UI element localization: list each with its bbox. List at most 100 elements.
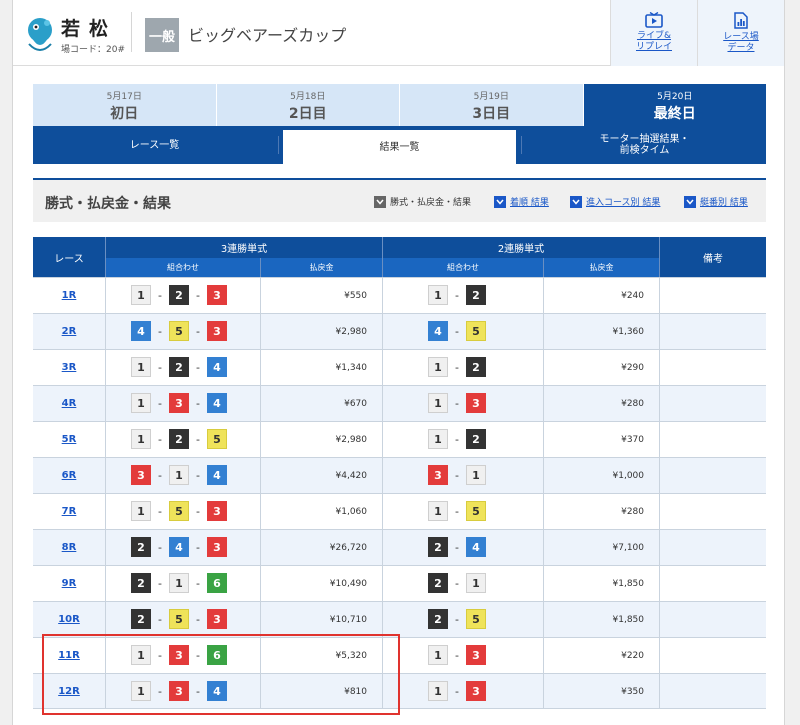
combo-dash: - [196, 360, 200, 374]
boat-number: 1 [466, 465, 486, 485]
boat-number: 1 [131, 429, 151, 449]
combo-dash: - [455, 360, 459, 374]
combo-dash: - [196, 396, 200, 410]
race-link[interactable]: 10R [33, 602, 105, 637]
header-divider [131, 12, 132, 52]
combo-dash: - [196, 504, 200, 518]
exacta-payout: ¥220 [621, 650, 644, 661]
table-row: 11R 1-3-6 1-3 ¥5,320 ¥220 [33, 637, 766, 673]
boat-number: 4 [466, 537, 486, 557]
combo-dash: - [158, 612, 162, 626]
check-icon [570, 195, 582, 208]
cell-divider [659, 458, 660, 493]
filter-label: 勝式・払戻金・結果 [390, 198, 472, 208]
header-divider [382, 237, 383, 277]
boat-number: 2 [169, 357, 189, 377]
table-header: レース 3連勝単式 2連勝単式 備考 組合わせ 払戻金 組合わせ 払戻金 [33, 237, 766, 277]
cell-divider [659, 422, 660, 457]
combo-dash: - [158, 576, 162, 590]
boat-number: 3 [169, 393, 189, 413]
boat-number: 1 [428, 393, 448, 413]
boat-number: 5 [466, 609, 486, 629]
combo-dash: - [455, 540, 459, 554]
boat-number: 3 [428, 465, 448, 485]
grade-badge: 一般 [145, 18, 179, 52]
combo-dash: - [455, 468, 459, 482]
combo-dash: - [455, 432, 459, 446]
combo-dash: - [455, 504, 459, 518]
stadium-data-button[interactable]: レース場 データ [697, 0, 784, 66]
header-divider [659, 237, 660, 277]
boat-number: 4 [207, 465, 227, 485]
day-tab-3[interactable]: 5月19日 3日目 [400, 84, 583, 126]
boat-number: 1 [131, 285, 151, 305]
exacta-payout: ¥370 [621, 434, 644, 445]
combination: 1-3-4 [131, 681, 227, 701]
combo-dash: - [158, 468, 162, 482]
filter-course[interactable]: 進入コース別 結果 [570, 195, 660, 208]
combo-dash: - [158, 324, 162, 338]
col-ex-combo: 組合わせ [383, 258, 543, 277]
combo-dash: - [455, 648, 459, 662]
header: 若松 場コード：20# 一般 ビッグベアーズカップ ライブ& リプレイ レース場デ… [13, 0, 784, 66]
race-link[interactable]: 8R [33, 530, 105, 565]
tv-play-icon [645, 12, 663, 28]
exacta-payout: ¥7,100 [612, 542, 645, 553]
boat-number: 1 [169, 465, 189, 485]
boat-number: 1 [428, 429, 448, 449]
cell-divider [105, 350, 106, 385]
race-link[interactable]: 12R [33, 674, 105, 709]
combo-dash: - [455, 684, 459, 698]
boat-number: 1 [169, 573, 189, 593]
combo-dash: - [196, 576, 200, 590]
race-link[interactable]: 4R [33, 386, 105, 421]
cell-divider [105, 566, 106, 601]
combination: 1-3 [428, 681, 486, 701]
race-link[interactable]: 9R [33, 566, 105, 601]
race-link[interactable]: 2R [33, 314, 105, 349]
race-link[interactable]: 5R [33, 422, 105, 457]
live-label-2: リプレイ [635, 42, 672, 52]
boat-number: 1 [131, 357, 151, 377]
day-tabs: 5月17日 初日 5月18日 2日目 5月19日 3日目 5月20日 最終日 [33, 84, 766, 126]
combo-dash: - [158, 288, 162, 302]
cell-divider [659, 566, 660, 601]
race-link[interactable]: 3R [33, 350, 105, 385]
filter-boat[interactable]: 艇番別 結果 [684, 195, 748, 208]
table-row: 2R 4-5-3 4-5 ¥2,980 ¥1,360 [33, 313, 766, 349]
filter-order[interactable]: 着順 結果 [494, 195, 549, 208]
table-row: 9R 2-1-6 2-1 ¥10,490 ¥1,850 [33, 565, 766, 601]
boat-number: 2 [466, 429, 486, 449]
race-link[interactable]: 7R [33, 494, 105, 529]
boat-number: 3 [207, 321, 227, 341]
table-row: 6R 3-1-4 3-1 ¥4,420 ¥1,000 [33, 457, 766, 493]
boat-number: 4 [207, 681, 227, 701]
trifecta-payout: ¥10,710 [329, 614, 367, 625]
stadium-name: 若松 [61, 18, 118, 40]
day-tab-4[interactable]: 5月20日 最終日 [583, 84, 766, 126]
combination: 1-2-4 [131, 357, 227, 377]
combo-dash: - [196, 468, 200, 482]
race-link[interactable]: 11R [33, 638, 105, 673]
tab-motor[interactable]: モーター抽選結果・ 前検タイム [523, 126, 766, 164]
day-tab-1[interactable]: 5月17日 初日 [33, 84, 216, 126]
race-link[interactable]: 6R [33, 458, 105, 493]
tab-race-list[interactable]: レース一覧 [33, 126, 276, 164]
cell-divider [659, 314, 660, 349]
trifecta-payout: ¥26,720 [329, 542, 367, 553]
race-link[interactable]: 1R [33, 278, 105, 313]
col-note: 備考 [703, 253, 723, 265]
day-tab-2[interactable]: 5月18日 2日目 [216, 84, 399, 126]
combo-dash: - [158, 540, 162, 554]
live-replay-button[interactable]: ライブ& リプレイ [610, 0, 697, 66]
tab-results[interactable]: 結果一覧 [283, 130, 516, 164]
filter-payout[interactable]: 勝式・払戻金・結果 [374, 195, 471, 208]
col-race: レース [54, 253, 84, 265]
boat-number: 6 [207, 645, 227, 665]
combo-dash: - [455, 612, 459, 626]
combination: 1-2 [428, 357, 486, 377]
cell-divider [659, 386, 660, 421]
boat-number: 2 [131, 609, 151, 629]
mascot-logo [28, 18, 52, 51]
boat-number: 2 [466, 357, 486, 377]
